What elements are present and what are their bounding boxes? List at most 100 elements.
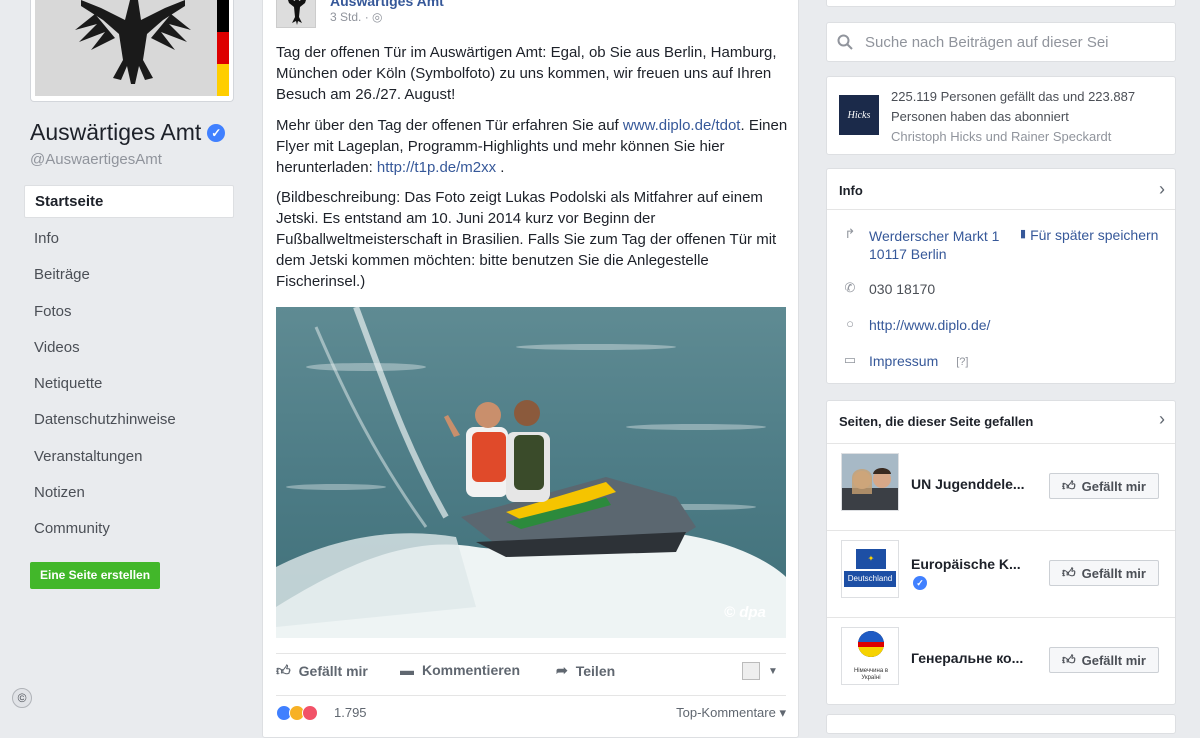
website-row: ○ http://www.diplo.de/	[843, 316, 990, 334]
create-page-button[interactable]: Eine Seite erstellen	[30, 562, 161, 589]
reactions-bar: 1.795 Top-Kommentare ▾	[276, 695, 786, 725]
thumbs-up-icon: 👍︎	[1062, 565, 1076, 580]
globe-icon: ○	[846, 316, 854, 331]
top-card-edge	[826, 0, 1176, 7]
profile-picture[interactable]	[30, 0, 234, 102]
search-input[interactable]	[865, 33, 1155, 51]
eu-flag-icon: ✦	[856, 549, 886, 569]
page-title[interactable]: Auswärtiges Amt ✓	[30, 119, 226, 146]
page-avatar-icon	[742, 662, 760, 680]
share-icon: ➦	[556, 662, 568, 678]
impressum-link[interactable]: Impressum	[869, 353, 938, 371]
nav-item-fotos[interactable]: Fotos	[24, 294, 234, 330]
nav-item-beitraege[interactable]: Beiträge	[24, 257, 234, 293]
comment-button[interactable]: ▬ Kommentieren	[400, 662, 520, 678]
reaction-count[interactable]: 1.795	[334, 705, 367, 720]
page-handle[interactable]: @AuswaertigesAmt	[30, 151, 162, 168]
chevron-right-icon[interactable]: ›	[1159, 179, 1165, 200]
info-card-title[interactable]: Info	[839, 183, 863, 198]
next-card-edge	[826, 714, 1176, 734]
page-name[interactable]: Auswärtiges Amt	[30, 119, 201, 146]
photo-credit: © dpa	[724, 604, 766, 621]
liked-page-thumbnail[interactable]: Німеччина в Україні	[841, 627, 899, 685]
audience-selector-button[interactable]: ▼	[742, 662, 778, 680]
like-label: Gefällt mir	[298, 662, 368, 679]
phone-number[interactable]: 030 18170	[869, 281, 935, 297]
nav-item-veranstaltungen[interactable]: Veranstaltungen	[24, 439, 234, 475]
tdot-link[interactable]: www.diplo.de/tdot	[623, 117, 741, 134]
post-paragraph-1: Tag der offenen Tür im Auswärtigen Amt: …	[276, 44, 777, 103]
liked-page-thumbnail[interactable]	[841, 453, 899, 511]
nav-item-community[interactable]: Community	[24, 511, 234, 547]
book-icon: ▭	[843, 352, 857, 367]
top-comments-dropdown[interactable]: Top-Kommentare ▾	[676, 705, 786, 721]
liked-page-name[interactable]: Генеральне ко...	[911, 650, 1041, 666]
divider	[827, 209, 1175, 210]
address-line-1[interactable]: Werderscher Markt 1	[869, 227, 999, 245]
liked-page-name[interactable]: UN Jugenddele...	[911, 476, 1041, 492]
save-for-later-button[interactable]: ▮ Für später speichern	[1020, 227, 1158, 243]
address-line-2[interactable]: 10117 Berlin	[869, 245, 999, 263]
flyer-link[interactable]: http://t1p.de/m2xx	[377, 159, 496, 176]
post-paragraph-2-text-a: Mehr über den Tag der offenen Tür erfahr…	[276, 117, 623, 134]
comment-icon: ▬	[400, 662, 414, 678]
like-page-button[interactable]: 👍︎ Gefällt mir	[1049, 560, 1159, 586]
flag-black-stripe	[217, 0, 229, 32]
liked-pages-title[interactable]: Seiten, die dieser Seite gefallen	[839, 414, 1033, 429]
post-photo[interactable]	[276, 307, 786, 638]
chevron-down-icon: ▼	[768, 665, 778, 677]
love-reaction-icon[interactable]	[302, 705, 318, 721]
impressum-row: ▭ Impressum [?]	[843, 352, 969, 371]
likes-line-2: Personen haben das abonniert	[891, 109, 1069, 124]
post-time-text[interactable]: 3 Std. ·	[330, 10, 369, 24]
save-for-later-label: Für später speichern	[1030, 227, 1159, 243]
nav-item-notizen[interactable]: Notizen	[24, 475, 234, 511]
like-page-label: Gefällt mir	[1081, 652, 1146, 668]
nav-item-netiquette[interactable]: Netiquette	[24, 366, 234, 402]
verified-badge-icon: ✓	[207, 123, 226, 142]
globe-icon: ◎	[372, 10, 383, 24]
chevron-right-icon[interactable]: ›	[1159, 409, 1165, 430]
page-likes-card: Hicks 225.119 Personen gefällt das und 2…	[826, 76, 1176, 155]
hicks-logo-text: Hicks	[847, 109, 871, 121]
thumbs-up-icon: 👍︎	[1062, 478, 1076, 493]
post-paragraph-3: (Bildbeschreibung: Das Foto zeigt Lukas …	[276, 189, 777, 290]
verified-badge-icon: ✓	[913, 576, 927, 590]
impressum-help[interactable]: [?]	[956, 353, 968, 371]
post-author-avatar[interactable]	[276, 0, 316, 28]
germany-in-ukraine-text: Німеччина в Україні	[853, 668, 889, 681]
thumbs-up-icon: 👍︎	[276, 662, 291, 678]
friend-page-thumbnail[interactable]: Hicks	[839, 95, 879, 135]
like-button[interactable]: 👍︎ Gefällt mir	[276, 662, 368, 679]
eagle-icon	[277, 0, 315, 27]
nav-item-startseite[interactable]: Startseite	[24, 185, 234, 218]
eagle-icon	[35, 0, 229, 96]
liked-page-thumbnail[interactable]: ✦ Deutschland	[841, 540, 899, 598]
nav-item-datenschutz[interactable]: Datenschutzhinweise	[24, 402, 234, 438]
share-button[interactable]: ➦ Teilen	[556, 662, 615, 679]
phone-row: ✆ 030 18170	[843, 281, 936, 298]
page-search-box[interactable]	[826, 22, 1176, 62]
post-action-bar: 👍︎ Gefällt mir ▬ Kommentieren ➦ Teilen ▼	[276, 653, 786, 686]
post-timestamp[interactable]: 3 Std. · ◎	[330, 10, 383, 24]
share-label: Teilen	[575, 662, 616, 679]
post-author-link[interactable]: Auswärtiges Amt	[330, 0, 444, 9]
deutschland-banner: Deutschland	[844, 571, 896, 587]
comment-label: Kommentieren	[422, 662, 521, 678]
like-page-button[interactable]: 👍︎ Gefällt mir	[1049, 647, 1159, 673]
jetski-photo-image	[276, 307, 786, 638]
nav-item-info[interactable]: Info	[24, 221, 234, 257]
de-ua-heart-icon	[858, 631, 884, 657]
nav-item-videos[interactable]: Videos	[24, 330, 234, 366]
eagle-crest-image	[35, 0, 229, 96]
address-row: ↱ Werderscher Markt 1 10117 Berlin	[843, 226, 1000, 263]
copyright-icon[interactable]: ©	[12, 688, 32, 708]
liked-pages-card: Seiten, die dieser Seite gefallen › UN J…	[826, 400, 1176, 705]
post-paragraph-2: Mehr über den Tag der offenen Tür erfahr…	[276, 115, 788, 178]
website-link[interactable]: http://www.diplo.de/	[869, 317, 990, 333]
like-page-button[interactable]: 👍︎ Gefällt mir	[1049, 473, 1159, 499]
liked-page-name[interactable]: Europäische K...	[911, 556, 1041, 572]
directions-arrow-icon: ↱	[844, 226, 856, 241]
likes-summary: 225.119 Personen gefällt das und 223.887…	[891, 87, 1135, 147]
friends-who-like[interactable]: Christoph Hicks und Rainer Speckardt	[891, 127, 1135, 147]
